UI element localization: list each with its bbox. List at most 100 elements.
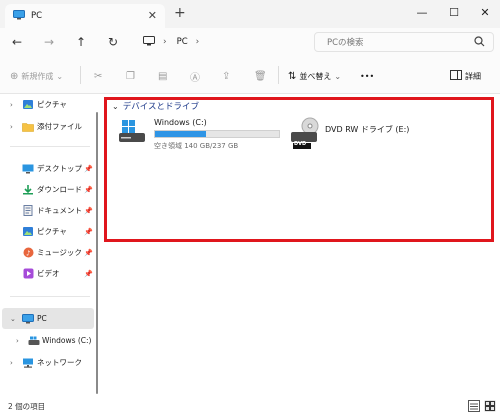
pin-icon[interactable]: 📌 [84, 270, 93, 278]
up-button[interactable]: ↑ [72, 33, 90, 51]
desktop-icon [22, 163, 34, 174]
search-placeholder: PCの検索 [327, 38, 364, 48]
details-view-icon[interactable] [468, 400, 480, 412]
sidebar-item-documents[interactable]: ドキュメント 📌 [0, 200, 93, 221]
svg-text:♪: ♪ [26, 250, 30, 258]
address-bar[interactable]: › PC › [135, 32, 307, 52]
sort-button[interactable]: ⇅ 並べ替え ⌄ [288, 68, 341, 84]
paste-icon[interactable]: ▤ [158, 68, 170, 84]
cut-icon[interactable]: ✂ [94, 68, 105, 84]
drive-name: Windows (C:) [154, 118, 207, 127]
usage-bar-fill [155, 131, 206, 137]
folder-icon [22, 121, 34, 132]
details-button[interactable]: 詳細 [450, 68, 481, 84]
divider [10, 146, 90, 147]
network-icon [22, 357, 34, 368]
sidebar-item-label: ミュージック [37, 248, 82, 257]
search-input[interactable]: PCの検索 [314, 32, 494, 52]
back-button[interactable]: ← [8, 33, 26, 51]
pin-icon[interactable]: 📌 [84, 165, 93, 173]
sidebar-item-label: 添付ファイル [37, 122, 82, 131]
sidebar-item-label: ビデオ [37, 269, 60, 278]
chevron-right-icon[interactable]: › [10, 359, 13, 367]
dvd-badge: DVD [294, 141, 307, 147]
chevron-down-icon: ⌄ [56, 71, 64, 81]
video-icon [22, 268, 34, 279]
status-bar: 2 個の項目 [0, 396, 500, 416]
divider [278, 66, 279, 84]
title-bar: PC ✕ + — ☐ ✕ [0, 0, 500, 28]
share-icon[interactable]: ⇪ [222, 68, 233, 84]
close-window-button[interactable]: ✕ [475, 3, 495, 23]
chevron-down-icon: ⌄ [334, 71, 342, 81]
sidebar-item-pictures[interactable]: ピクチャ 📌 [0, 221, 93, 242]
sidebar-item-label: Windows (C:) [42, 336, 92, 345]
chevron-right-icon[interactable]: › [16, 337, 19, 345]
chevron-right-icon: › [163, 37, 167, 47]
sidebar-item-label: デスクトップ [37, 164, 82, 173]
more-button[interactable]: ••• [360, 68, 374, 84]
minimize-button[interactable]: — [412, 3, 432, 23]
sidebar-item-pc[interactable]: ⌄ PC [2, 308, 94, 329]
download-icon [22, 184, 34, 195]
details-label: 詳細 [465, 71, 481, 81]
tab-pc[interactable]: PC ✕ [5, 4, 165, 28]
new-button[interactable]: ⊕ 新規作成 ⌄ [10, 68, 63, 84]
drive-name: DVD RW ドライブ (E:) [325, 125, 410, 134]
chevron-right-icon[interactable]: › [10, 123, 13, 131]
sidebar-item-label: ピクチャ [37, 100, 67, 109]
sort-icon: ⇅ [288, 70, 297, 82]
pin-icon[interactable]: 📌 [84, 249, 93, 257]
sidebar-item-attachments[interactable]: › 添付ファイル [0, 116, 92, 137]
copy-icon[interactable]: ❐ [126, 68, 138, 84]
new-label: 新規作成 [21, 71, 54, 81]
tab-title: PC [31, 11, 43, 21]
monitor-icon [22, 313, 34, 324]
windows-drive-icon [118, 118, 148, 146]
tab-close-icon[interactable]: ✕ [148, 9, 157, 22]
sidebar-item-pictures-top[interactable]: › ピクチャ [0, 94, 92, 115]
refresh-button[interactable]: ↻ [104, 33, 122, 51]
maximize-button[interactable]: ☐ [444, 3, 464, 23]
sidebar-item-label: ドキュメント [37, 206, 82, 215]
rename-icon[interactable]: Ⓐ [190, 68, 203, 84]
chevron-down-icon[interactable]: ⌄ [10, 315, 16, 323]
monitor-icon [13, 10, 25, 22]
search-icon [474, 36, 485, 50]
navigation-pane: › ピクチャ › 添付ファイル デスクトップ 📌 ダウンロード 📌 ドキュメント… [0, 94, 98, 396]
command-bar: ⊕ 新規作成 ⌄ ✂ ❐ ▤ Ⓐ ⇪ 🗑 ⇅ 並べ替え ⌄ ••• 詳細 [0, 56, 500, 94]
sidebar-item-music[interactable]: ♪ ミュージック 📌 [0, 242, 93, 263]
sidebar-item-label: ダウンロード [37, 185, 82, 194]
music-icon: ♪ [22, 247, 34, 258]
sidebar-item-label: ネットワーク [37, 358, 82, 367]
navigation-bar: ← → ↑ ↻ › PC › PCの検索 [0, 28, 500, 56]
documents-icon [22, 205, 34, 216]
pin-icon[interactable]: 📌 [84, 207, 93, 215]
sidebar-item-network[interactable]: › ネットワーク [0, 352, 92, 373]
sidebar-item-downloads[interactable]: ダウンロード 📌 [0, 179, 93, 200]
sidebar-item-label: ピクチャ [37, 227, 67, 236]
sidebar-item-videos[interactable]: ビデオ 📌 [0, 263, 93, 284]
divider [80, 66, 81, 84]
forward-button[interactable]: → [40, 33, 58, 51]
new-tab-button[interactable]: + [174, 5, 186, 21]
pin-icon[interactable]: 📌 [84, 228, 93, 236]
sidebar-item-desktop[interactable]: デスクトップ 📌 [0, 158, 93, 179]
breadcrumb[interactable]: PC [177, 37, 188, 47]
item-count: 2 個の項目 [8, 402, 46, 411]
tiles-view-icon[interactable] [484, 400, 496, 412]
monitor-icon [143, 36, 155, 48]
pictures-icon [22, 226, 34, 237]
pin-icon[interactable]: 📌 [84, 186, 93, 194]
drive-icon [28, 335, 40, 346]
plus-circle-icon: ⊕ [10, 70, 19, 82]
sidebar-item-label: PC [37, 314, 47, 323]
free-space-text: 空き領域 140 GB/237 GB [154, 142, 239, 150]
delete-icon[interactable]: 🗑 [254, 68, 270, 84]
usage-bar [154, 130, 280, 138]
chevron-right-icon[interactable]: › [10, 101, 13, 109]
details-pane-icon [450, 69, 462, 83]
sidebar-item-windows-c[interactable]: › Windows (C:) [0, 330, 92, 351]
chevron-right-icon[interactable]: › [196, 37, 200, 47]
sort-label: 並べ替え [299, 71, 332, 81]
